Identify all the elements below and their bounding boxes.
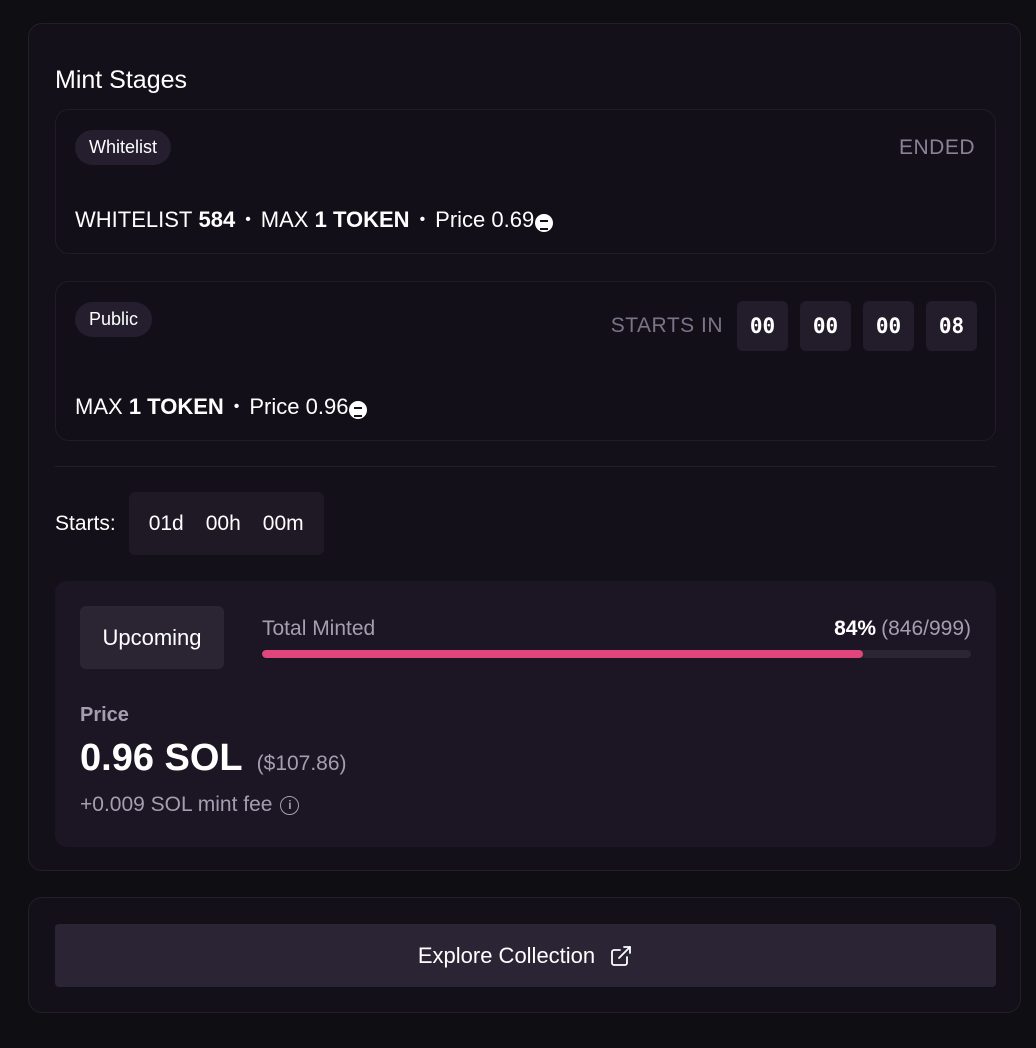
starts-label: Starts: — [55, 511, 116, 535]
mint-card: Upcoming Total Minted 84% (846/999) Price… — [55, 581, 996, 847]
price-value: 0.96 — [305, 394, 349, 419]
mint-fee-text: +0.009 SOL mint fee — [80, 793, 273, 816]
divider — [55, 466, 996, 467]
starts-row: Starts: 01d 00h 00m — [55, 492, 324, 555]
whitelist-label: WHITELIST — [75, 207, 193, 232]
minted-percent: 84% — [834, 617, 877, 640]
solana-icon — [349, 401, 368, 419]
explore-collection-label: Explore Collection — [417, 942, 596, 968]
starts-minutes: 00m — [262, 511, 304, 535]
solana-icon — [535, 214, 554, 232]
starts-days: 01d — [148, 511, 184, 535]
stage-info-whitelist: WHITELIST 584 • MAX 1 TOKEN • Price 0.69 — [75, 207, 554, 233]
mint-fee-row: +0.009 SOL mint fee i — [80, 793, 300, 817]
max-label: MAX — [260, 207, 309, 232]
external-link-icon — [611, 945, 632, 966]
starts-hours: 00h — [205, 511, 241, 535]
total-minted-label: Total Minted — [262, 617, 376, 640]
price-value: 0.69 — [491, 207, 535, 232]
explore-collection-button[interactable]: Explore Collection — [55, 924, 996, 987]
price-usd: ($107.86) — [256, 752, 347, 775]
upcoming-button[interactable]: Upcoming — [80, 606, 224, 669]
countdown-days: 00 — [737, 301, 788, 351]
stage-card-public[interactable]: Public STARTS IN 00 00 00 08 MAX 1 TOKEN… — [55, 281, 996, 441]
whitelist-count: 584 — [198, 207, 236, 232]
price-label: Price — [249, 394, 300, 419]
starts-timer: 01d 00h 00m — [128, 492, 324, 555]
price-row: 0.96 SOL ($107.86) — [80, 737, 347, 780]
countdown-minutes: 00 — [863, 301, 914, 351]
starts-in-label: STARTS IN — [610, 314, 723, 337]
price-label: Price — [435, 207, 486, 232]
price-heading: Price — [80, 704, 129, 726]
max-value: 1 TOKEN — [128, 394, 224, 419]
stage-badge-whitelist: Whitelist — [75, 130, 172, 165]
total-minted-stats: 84% (846/999) — [834, 617, 971, 641]
separator-dot: • — [233, 398, 240, 415]
max-value: 1 TOKEN — [314, 207, 410, 232]
starts-in-countdown: STARTS IN 00 00 00 08 — [611, 301, 977, 351]
countdown-seconds: 08 — [926, 301, 977, 351]
stage-status-ended: ENDED — [898, 136, 975, 159]
separator-dot: • — [245, 211, 251, 228]
mint-stages-panel: Mint Stages Whitelist ENDED WHITELIST 58… — [28, 23, 1021, 871]
minted-count: (846/999) — [881, 617, 971, 640]
info-icon[interactable]: i — [280, 795, 300, 815]
max-label: MAX — [75, 394, 123, 419]
explore-panel: Explore Collection — [28, 897, 1021, 1013]
separator-dot: • — [419, 211, 426, 228]
minted-progress-bar — [262, 650, 971, 658]
stage-card-whitelist[interactable]: Whitelist ENDED WHITELIST 584 • MAX 1 TO… — [55, 109, 996, 254]
stage-badge-public: Public — [75, 302, 153, 337]
minted-progress-fill — [262, 650, 863, 658]
stage-info-public: MAX 1 TOKEN • Price 0.96 — [75, 394, 368, 420]
panel-title: Mint Stages — [55, 66, 188, 94]
countdown-hours: 00 — [800, 301, 851, 351]
price-sol: 0.96 SOL — [80, 737, 243, 779]
